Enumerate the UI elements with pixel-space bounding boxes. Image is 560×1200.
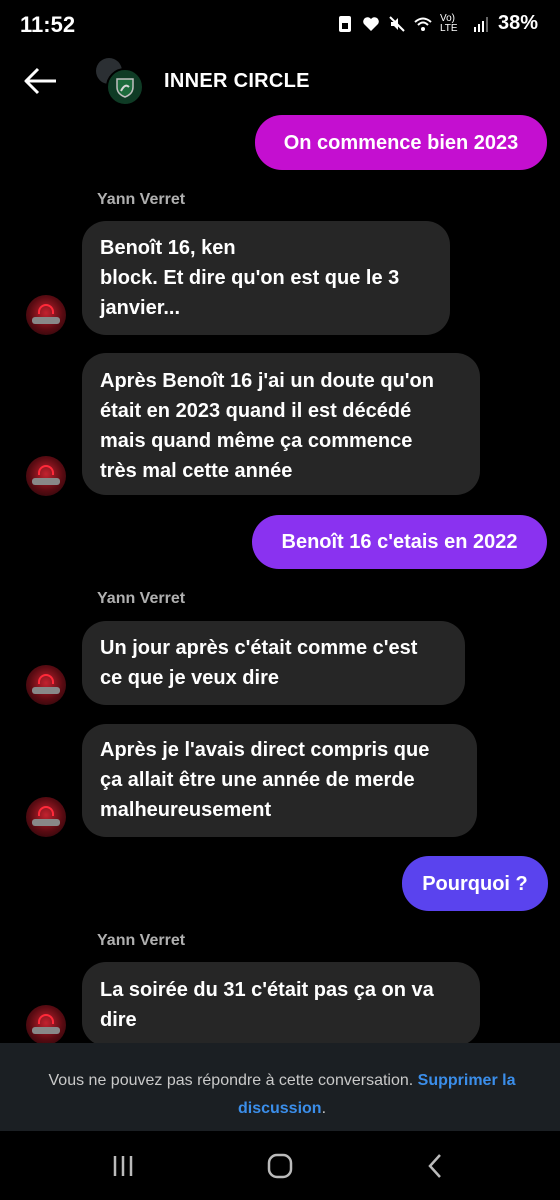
incoming-message[interactable]: Après Benoît 16 j'ai un doute qu'on étai… — [82, 353, 480, 495]
sender-avatar[interactable] — [26, 295, 66, 335]
sender-name: Yann Verret — [97, 590, 186, 607]
notice-period: . — [321, 1100, 327, 1117]
cannot-reply-notice: Vous ne pouvez pas répondre à cette conv… — [0, 1043, 560, 1131]
system-nav-bar — [0, 1131, 560, 1200]
sender-avatar[interactable] — [26, 1005, 66, 1045]
incoming-message[interactable]: La soirée du 31 c'était pas ça on va dir… — [82, 962, 480, 1046]
incoming-message[interactable]: Benoît 16, ken block. Et dire qu'on est … — [82, 221, 450, 335]
status-time: 11:52 — [20, 12, 76, 37]
sender-avatar[interactable] — [26, 456, 66, 496]
back-nav-icon[interactable] — [416, 1151, 456, 1181]
notice-text: Vous ne pouvez pas répondre à cette conv… — [22, 1067, 542, 1123]
sender-name: Yann Verret — [97, 191, 186, 208]
incoming-message[interactable]: Après je l'avais direct compris que ça a… — [82, 724, 477, 837]
home-icon[interactable] — [260, 1151, 300, 1181]
outgoing-message[interactable]: Pourquoi ? — [402, 856, 548, 911]
back-arrow-icon[interactable] — [20, 60, 62, 102]
outgoing-message[interactable]: Benoît 16 c'etais en 2022 — [252, 515, 547, 569]
group-avatar[interactable] — [96, 58, 144, 106]
slytherin-crest-icon — [106, 68, 144, 106]
notice-message: Vous ne pouvez pas répondre à cette conv… — [48, 1072, 418, 1089]
sender-avatar[interactable] — [26, 665, 66, 705]
wifi-icon — [414, 17, 432, 31]
status-icons: Vo) LTE 38% — [336, 12, 538, 35]
outgoing-message[interactable]: On commence bien 2023 — [255, 115, 547, 170]
recent-apps-icon[interactable] — [103, 1151, 143, 1181]
status-bar: 11:52 Vo) LTE 38% — [0, 0, 560, 52]
sim-icon — [338, 15, 351, 32]
signal-icon — [473, 16, 488, 32]
incoming-message[interactable]: Un jour après c'était comme c'est ce que… — [82, 621, 465, 705]
sender-name: Yann Verret — [97, 932, 186, 949]
chat-title[interactable]: INNER CIRCLE — [164, 70, 310, 93]
chat-header: INNER CIRCLE — [0, 52, 560, 112]
sender-avatar[interactable] — [26, 797, 66, 837]
battery-level: 38% — [497, 12, 538, 34]
mute-icon — [389, 15, 405, 32]
network-label: Vo) LTE — [439, 12, 458, 34]
heart-icon — [363, 16, 379, 31]
